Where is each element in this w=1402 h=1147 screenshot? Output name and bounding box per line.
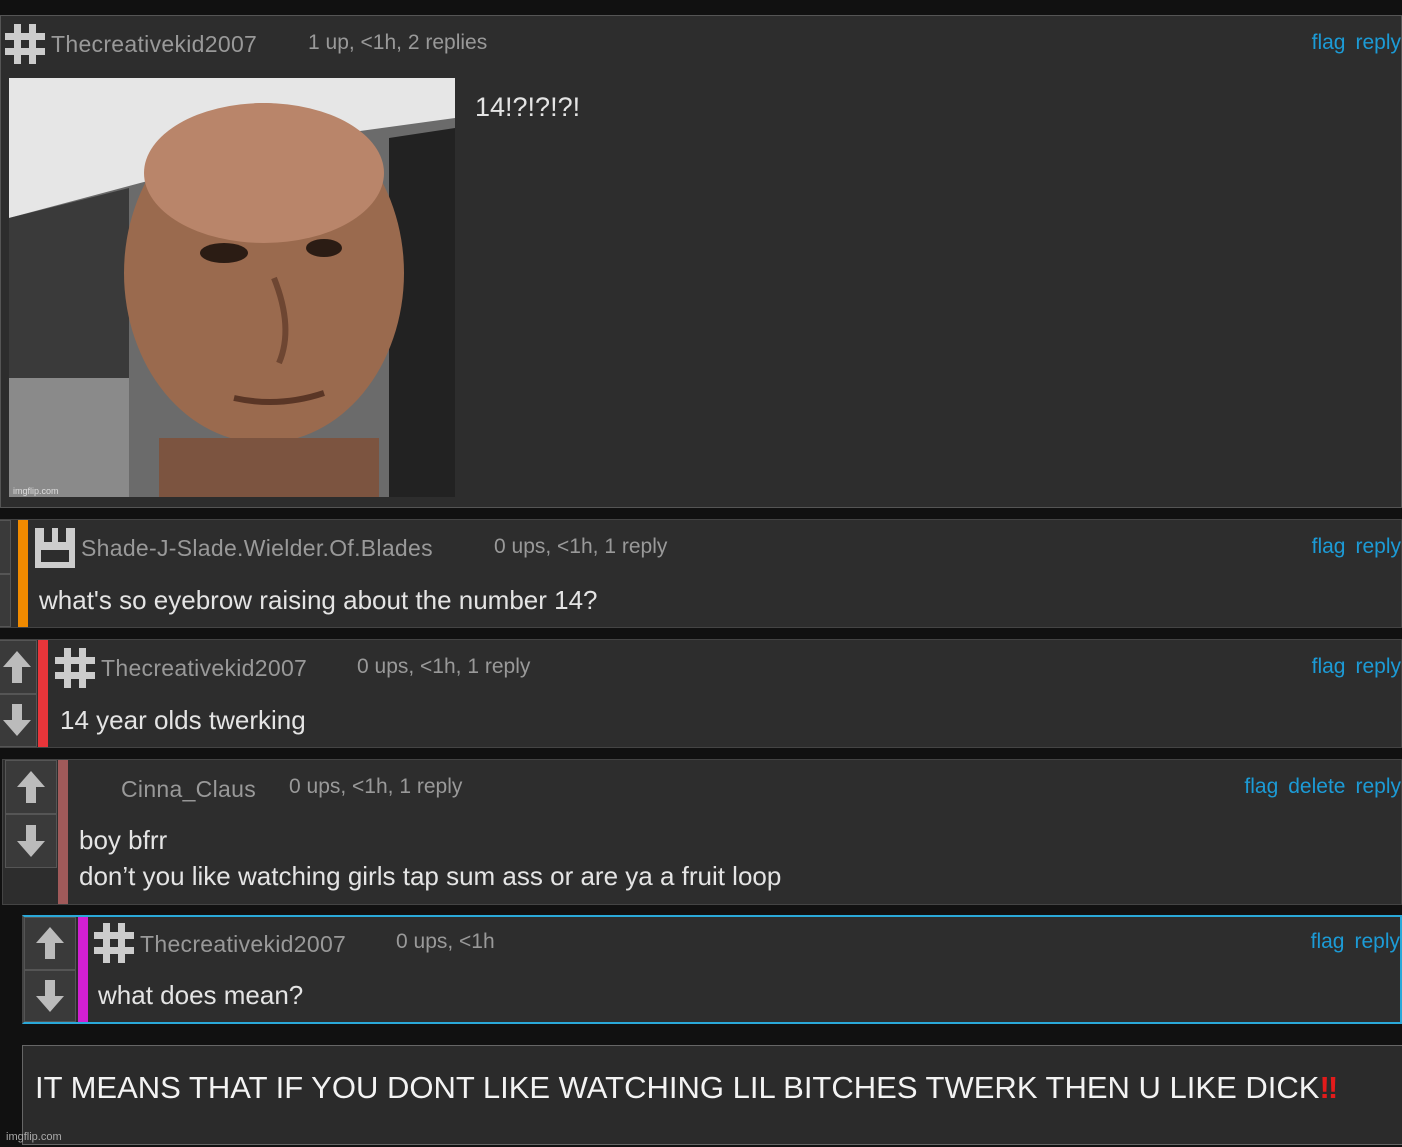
depth-bar [18,520,28,627]
imgflip-watermark: imgflip.com [6,1131,62,1143]
depth-bar [38,640,48,747]
comment-text: what does mean? [98,980,304,1010]
arrow-down-icon [36,979,64,1012]
downvote-button[interactable] [0,693,37,747]
comment-meta: 0 ups, <1h, 1 reply [494,535,668,558]
comment-text-line: boy bfrr [79,825,168,855]
downvote-button[interactable] [24,969,76,1022]
upvote-button[interactable] [24,917,76,970]
comment-actions: flag reply [1312,655,1401,679]
flag-link[interactable]: flag [1244,775,1278,799]
upvote-button[interactable] [5,760,57,814]
arrow-down-icon [17,825,45,857]
comment-3: Thecreativekid2007 0 ups, <1h, 1 reply f… [0,639,1402,748]
comment-actions: flag reply [1312,535,1401,559]
depth-bar [78,917,88,1022]
arrow-up-icon [36,927,64,960]
upvote-button[interactable] [0,520,11,574]
comment-meta: 0 ups, <1h, 1 reply [289,775,463,798]
meme-caption-text: IT MEANS THAT IF YOU DONT LIKE WATCHING … [35,1070,1320,1105]
hash-avatar-icon[interactable] [5,24,45,64]
username[interactable]: Thecreativekid2007 [101,655,307,682]
comment-2: Shade-J-Slade.Wielder.Of.Blades 0 ups, <… [0,519,1402,628]
comment-4: Cinna_Claus 0 ups, <1h, 1 reply flag del… [2,759,1402,905]
flag-link[interactable]: flag [1312,31,1346,55]
vote-column [0,520,11,627]
comment-text-line: don’t you like watching girls tap sum as… [79,861,782,891]
hash-avatar-icon[interactable] [94,923,134,963]
username[interactable]: Thecreativekid2007 [51,31,257,58]
downvote-button[interactable] [5,814,57,868]
reply-link[interactable]: reply [1355,655,1401,679]
vote-column [0,640,37,747]
reply-link[interactable]: reply [1355,535,1401,559]
arrow-up-icon [17,771,45,803]
image-watermark: imgflip.com [13,486,59,496]
floppy-avatar-icon[interactable] [35,528,75,568]
delete-link[interactable]: delete [1288,775,1345,799]
comment-actions: flag reply [1311,930,1400,954]
comment-actions: flag reply [1312,31,1401,55]
vote-column [24,917,76,1022]
comment-text: 14!?!?!?! [475,92,581,122]
comment-meta: 0 ups, <1h [396,930,495,953]
comment-1: Thecreativekid2007 1 up, <1h, 2 replies … [0,15,1402,508]
flag-link[interactable]: flag [1311,930,1345,954]
downvote-button[interactable] [0,573,11,627]
username[interactable]: Cinna_Claus [121,776,256,803]
arrow-down-icon [3,704,31,737]
arrow-up-icon [3,650,31,683]
vote-column [5,760,57,868]
username[interactable]: Thecreativekid2007 [140,931,346,958]
hash-avatar-icon[interactable] [55,648,95,688]
depth-bar [58,760,68,904]
flag-link[interactable]: flag [1312,655,1346,679]
flag-link[interactable]: flag [1312,535,1346,559]
comment-actions: flag delete reply [1244,775,1401,799]
comment-meta: 0 ups, <1h, 1 reply [357,655,531,678]
double-exclamation-icon: ‼ [1319,1070,1338,1105]
comment-meta: 1 up, <1h, 2 replies [308,31,488,54]
upvote-button[interactable] [0,640,37,694]
comment-text: 14 year olds twerking [60,705,306,735]
meme-caption: IT MEANS THAT IF YOU DONT LIKE WATCHING … [35,1070,1338,1106]
username[interactable]: Shade-J-Slade.Wielder.Of.Blades [81,535,433,562]
comment-text: what's so eyebrow raising about the numb… [39,585,598,615]
reply-link[interactable]: reply [1355,775,1401,799]
reply-link[interactable]: reply [1354,930,1400,954]
reply-link[interactable]: reply [1355,31,1401,55]
meme-caption-box: IT MEANS THAT IF YOU DONT LIKE WATCHING … [22,1045,1402,1145]
comment-image[interactable]: imgflip.com [9,78,455,497]
comment-5: Thecreativekid2007 0 ups, <1h flag reply… [22,915,1402,1024]
